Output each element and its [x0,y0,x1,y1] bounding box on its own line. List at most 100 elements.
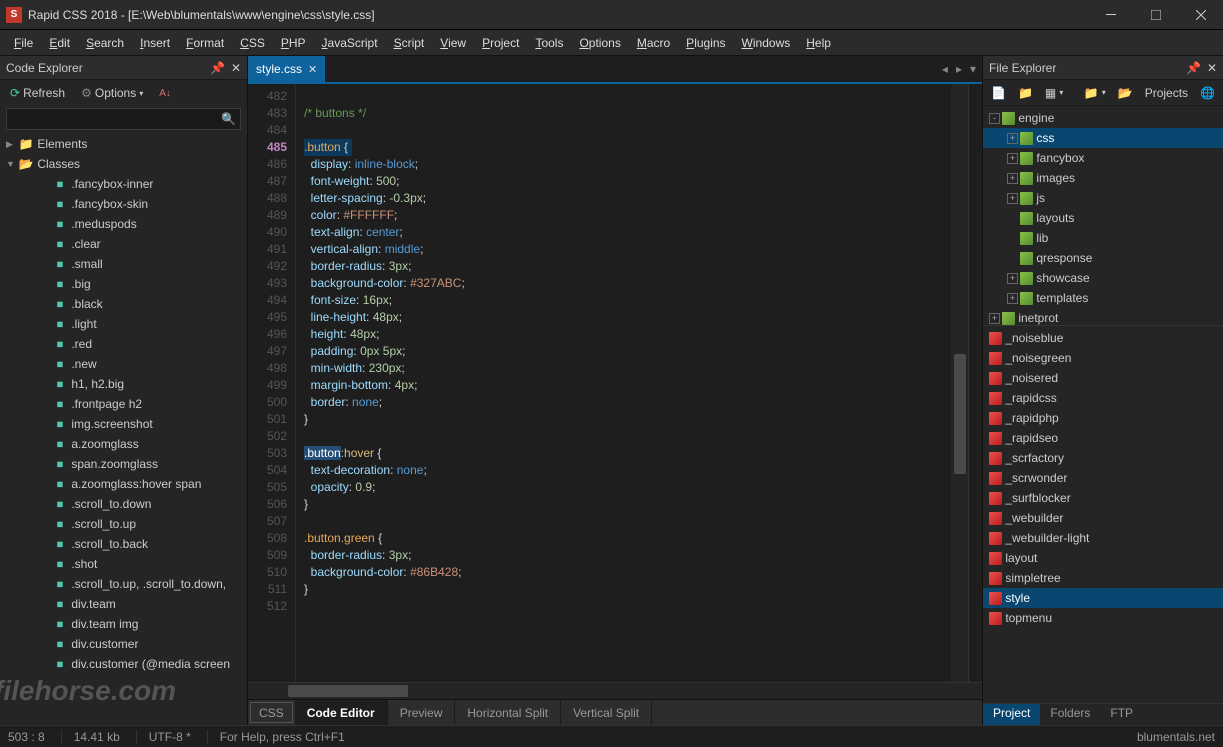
menu-view[interactable]: View [432,32,474,54]
tab-vertical-split[interactable]: Vertical Split [561,700,652,725]
class-item[interactable]: ◆ .new [0,354,247,374]
tab-css[interactable]: CSS [250,702,293,723]
tab-stylecss[interactable]: style.css ✕ [248,56,325,82]
menu-options[interactable]: Options [571,32,628,54]
class-item[interactable]: ◆ span.zoomglass [0,454,247,474]
code-explorer-search[interactable]: 🔍 [6,108,241,130]
panel-close-icon[interactable]: ✕ [1207,61,1217,75]
menu-file[interactable]: File [6,32,41,54]
class-item[interactable]: ◆ .black [0,294,247,314]
new-folder-icon[interactable]: 📁 [1014,84,1037,102]
file-topmenu[interactable]: topmenu [983,608,1223,628]
menu-tools[interactable]: Tools [527,32,571,54]
editor-hscrollbar[interactable] [248,682,982,699]
folder-layouts[interactable]: layouts [983,208,1223,228]
menu-help[interactable]: Help [798,32,839,54]
status-encoding[interactable]: UTF-8 * [136,730,191,744]
class-item[interactable]: ◆ .scroll_to.back [0,534,247,554]
tab-preview[interactable]: Preview [388,700,456,725]
folder-inetprot[interactable]: + inetprot [983,308,1223,326]
class-item[interactable]: ◆ a.zoomglass [0,434,247,454]
class-item[interactable]: ◆ div.customer (@media screen [0,654,247,674]
class-item[interactable]: ◆ .red [0,334,247,354]
class-item[interactable]: ◆ .meduspods [0,214,247,234]
menu-edit[interactable]: Edit [41,32,78,54]
search-icon[interactable]: 🔍 [217,112,240,126]
tab-project[interactable]: Project [983,704,1040,725]
class-item[interactable]: ◆ .fancybox-skin [0,194,247,214]
folder-css[interactable]: + css [983,128,1223,148]
projects-button[interactable]: Projects [1141,84,1192,102]
menu-css[interactable]: CSS [232,32,273,54]
class-item[interactable]: ◆ .frontpage h2 [0,394,247,414]
new-file-icon[interactable]: 📄 [987,84,1010,102]
maximize-button[interactable] [1133,0,1178,30]
view-icon[interactable]: ▦▾ [1041,84,1067,102]
file-_webuilder-light[interactable]: _webuilder-light [983,528,1223,548]
tab-folders[interactable]: Folders [1040,704,1100,725]
menu-insert[interactable]: Insert [132,32,178,54]
class-item[interactable]: ◆ .clear [0,234,247,254]
folder-images[interactable]: + images [983,168,1223,188]
class-item[interactable]: ◆ .scroll_to.down [0,494,247,514]
tab-horizontal-split[interactable]: Horizontal Split [455,700,561,725]
tab-prev-icon[interactable]: ◂ [942,62,948,76]
tab-code-editor[interactable]: Code Editor [295,700,388,725]
folder-engine[interactable]: - engine [983,108,1223,128]
file-_webuilder[interactable]: _webuilder [983,508,1223,528]
folder-lib[interactable]: lib [983,228,1223,248]
tree-elements[interactable]: ▶📁 Elements [0,134,247,154]
menu-macro[interactable]: Macro [629,32,678,54]
folder-tree[interactable]: - engine+ css+ fancybox+ images+ js layo… [983,106,1223,326]
class-item[interactable]: ◆ .light [0,314,247,334]
class-item[interactable]: ◆ div.team [0,594,247,614]
close-button[interactable] [1178,0,1223,30]
search-input[interactable] [7,112,217,126]
open-folder-icon[interactable]: 📂 [1114,84,1137,102]
class-item[interactable]: ◆ div.customer [0,634,247,654]
file-_rapidseo[interactable]: _rapidseo [983,428,1223,448]
pin-icon[interactable]: 📌 [210,61,225,75]
file-list[interactable]: _noiseblue _noisegreen _noisered _rapidc… [983,326,1223,703]
file-layout[interactable]: layout [983,548,1223,568]
editor-vscrollbar[interactable] [951,84,968,682]
tab-menu-icon[interactable]: ▾ [970,62,976,76]
code-area[interactable]: /* buttons */ .button { display: inline-… [296,84,951,682]
hscroll-thumb[interactable] [288,685,408,697]
class-item[interactable]: ◆ img.screenshot [0,414,247,434]
folder-icon[interactable]: 📁▾ [1080,84,1110,102]
options-button[interactable]: ⚙Options▾ [77,84,147,102]
pin-icon[interactable]: 📌 [1186,61,1201,75]
code-editor[interactable]: 4824834844854864874884894904914924934944… [248,84,982,682]
class-item[interactable]: ◆ h1, h2.big [0,374,247,394]
panel-close-icon[interactable]: ✕ [231,61,241,75]
menu-windows[interactable]: Windows [734,32,799,54]
menu-format[interactable]: Format [178,32,232,54]
folder-fancybox[interactable]: + fancybox [983,148,1223,168]
menu-php[interactable]: PHP [273,32,314,54]
class-item[interactable]: ◆ .scroll_to.up [0,514,247,534]
file-_noisegreen[interactable]: _noisegreen [983,348,1223,368]
file-_noisered[interactable]: _noisered [983,368,1223,388]
menu-plugins[interactable]: Plugins [678,32,733,54]
file-_scrfactory[interactable]: _scrfactory [983,448,1223,468]
class-item[interactable]: ◆ .scroll_to.up, .scroll_to.down, [0,574,247,594]
class-item[interactable]: ◆ div.team img [0,614,247,634]
file-simpletree[interactable]: simpletree [983,568,1223,588]
tree-classes[interactable]: ▼📂 Classes [0,154,247,174]
tab-ftp[interactable]: FTP [1100,704,1143,725]
class-item[interactable]: ◆ .shot [0,554,247,574]
file-_rapidcss[interactable]: _rapidcss [983,388,1223,408]
sort-button[interactable]: A↓ [155,86,175,101]
menu-project[interactable]: Project [474,32,527,54]
class-item[interactable]: ◆ .big [0,274,247,294]
file-_noiseblue[interactable]: _noiseblue [983,328,1223,348]
folder-js[interactable]: + js [983,188,1223,208]
tab-next-icon[interactable]: ▸ [956,62,962,76]
code-explorer-tree[interactable]: ▶📁 Elements▼📂 Classes◆ .fancybox-inner◆ … [0,132,247,725]
file-_rapidphp[interactable]: _rapidphp [983,408,1223,428]
file-_surfblocker[interactable]: _surfblocker [983,488,1223,508]
folder-showcase[interactable]: + showcase [983,268,1223,288]
file-_scrwonder[interactable]: _scrwonder [983,468,1223,488]
menu-script[interactable]: Script [386,32,433,54]
